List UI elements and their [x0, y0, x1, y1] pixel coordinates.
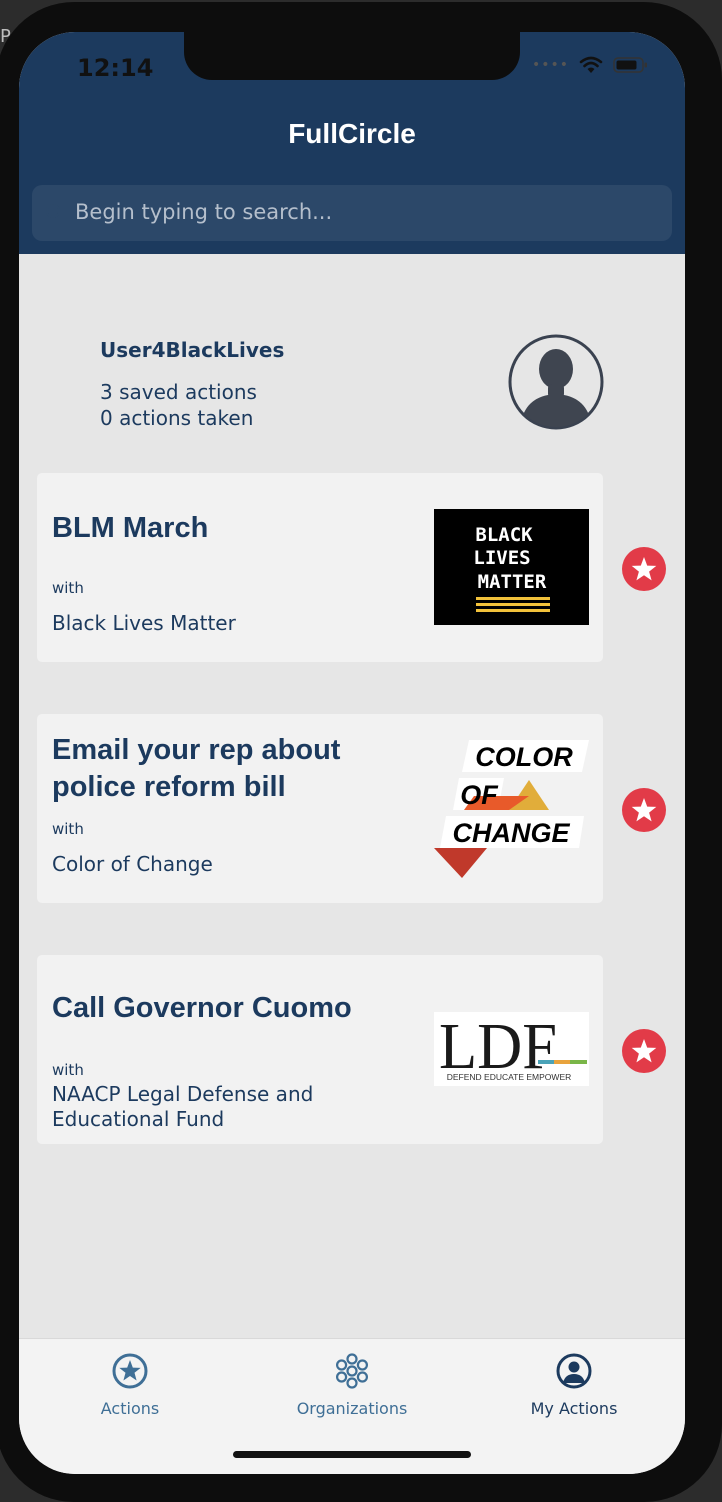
saved-star-button[interactable]: [622, 788, 666, 832]
saved-star-button[interactable]: [622, 1029, 666, 1073]
star-icon: [631, 1039, 657, 1063]
battery-icon: [613, 57, 647, 73]
action-organization: NAACP Legal Defense and Educational Fund: [52, 1082, 314, 1131]
signal-icon: ••••: [531, 57, 569, 73]
phone-frame: 12:14 •••• FullCircle Begin typing to se…: [0, 2, 722, 1502]
star-icon: [631, 798, 657, 822]
action-with-label: with: [52, 1061, 84, 1079]
action-organization: Color of Change: [52, 852, 213, 876]
user-circle-icon: [556, 1353, 592, 1389]
tab-actions[interactable]: Actions: [30, 1353, 230, 1418]
logo-tagline: DEFEND EDUCATE EMPOWER: [447, 1072, 572, 1082]
action-title: Call Governor Cuomo: [52, 992, 352, 1024]
saved-star-button[interactable]: [622, 547, 666, 591]
organizations-icon: [335, 1353, 368, 1389]
tab-label: My Actions: [530, 1399, 618, 1418]
actions-taken-count: 0 actions taken: [100, 406, 254, 430]
action-with-label: with: [52, 579, 84, 597]
action-with-label: with: [52, 820, 84, 838]
logo-text-line3: MATTER: [478, 571, 547, 593]
app-screen: 12:14 •••• FullCircle Begin typing to se…: [19, 32, 685, 1474]
logo-text-line1: BLACK: [475, 524, 533, 546]
action-card[interactable]: BLM March with Black Lives Matter BLACK …: [37, 473, 603, 662]
tab-my-actions[interactable]: My Actions: [474, 1353, 674, 1418]
logo-text-line3: CHANGE: [452, 818, 570, 848]
color-of-change-logo: COLOR OF CHANGE: [434, 740, 589, 878]
avatar[interactable]: [508, 334, 604, 430]
action-title: Email your rep about police reform bill: [52, 734, 341, 803]
tab-label: Organizations: [296, 1399, 408, 1418]
tab-organizations[interactable]: Organizations: [252, 1353, 452, 1418]
logo-text-line2: OF: [460, 780, 499, 810]
app-header: 12:14 •••• FullCircle Begin typing to se…: [19, 32, 685, 254]
profile-username: User4BlackLives: [100, 338, 285, 362]
status-time: 12:14: [77, 54, 154, 82]
search-icon: [46, 204, 60, 218]
action-organization: Black Lives Matter: [52, 611, 236, 635]
blm-logo: BLACK LIVES MATTER: [434, 509, 589, 625]
device-notch: [184, 32, 520, 80]
status-icons: ••••: [532, 56, 649, 74]
search-input[interactable]: Begin typing to search...: [32, 185, 672, 241]
star-icon: [631, 557, 657, 581]
page-title: FullCircle: [288, 118, 416, 149]
wifi-icon: [579, 56, 603, 73]
logo-text-line2: LIVES: [473, 547, 530, 569]
action-title: BLM March: [52, 512, 209, 544]
search-placeholder: Begin typing to search...: [75, 200, 333, 224]
home-indicator: [233, 1451, 471, 1458]
star-circle-icon: [112, 1353, 148, 1389]
saved-actions-count: 3 saved actions: [100, 380, 257, 404]
action-card[interactable]: Email your rep about police reform bill …: [37, 714, 603, 903]
logo-text-line1: COLOR: [475, 742, 573, 772]
ldf-logo: LDF DEFEND EDUCATE EMPOWER: [434, 1012, 589, 1086]
action-card[interactable]: Call Governor Cuomo with NAACP Legal Def…: [37, 955, 603, 1144]
tab-label: Actions: [100, 1399, 160, 1418]
